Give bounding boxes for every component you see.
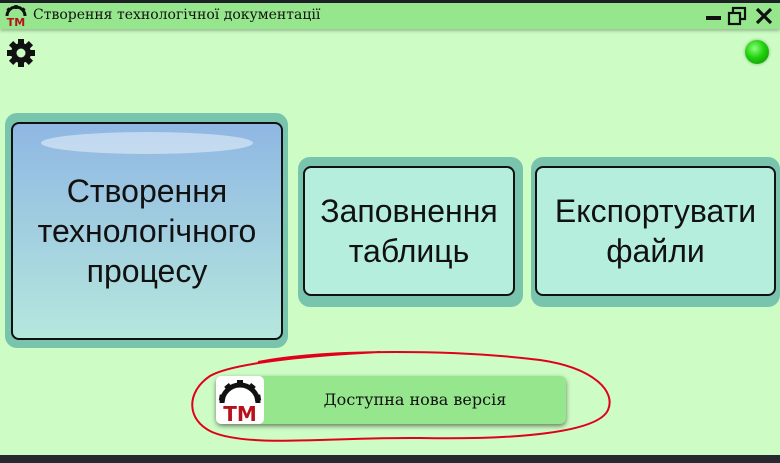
- label-line: таблиць: [348, 233, 470, 269]
- label-line: процесу: [86, 253, 208, 289]
- bottom-edge: [0, 455, 780, 463]
- fill-tables-button[interactable]: Заповнення таблиць: [303, 166, 515, 296]
- new-version-notification[interactable]: TM Доступна нова версія: [216, 376, 566, 426]
- notification-text: Доступна нова версія: [323, 390, 507, 409]
- button-label: Заповнення таблиць: [320, 191, 497, 271]
- tm-logo-icon: TM: [216, 376, 264, 426]
- notification-logo-text: TM: [223, 402, 257, 424]
- close-icon[interactable]: [753, 5, 775, 27]
- app-logo-icon: TM: [5, 5, 27, 29]
- status-indicator-icon: [745, 40, 769, 64]
- label-line: технологічного: [37, 213, 257, 249]
- button-label: Створення технологічного процесу: [38, 171, 257, 291]
- title-bar: TM Створення технологічної документації: [0, 3, 780, 29]
- label-line: Створення: [66, 173, 228, 209]
- restore-icon[interactable]: [726, 5, 748, 27]
- label-line: файли: [606, 233, 705, 269]
- window-title: Створення технологічної документації: [33, 7, 321, 23]
- label-line: Заповнення: [320, 193, 498, 229]
- gear-icon[interactable]: [6, 38, 36, 68]
- create-process-button[interactable]: Створення технологічного процесу: [11, 122, 283, 340]
- export-files-button[interactable]: Експортувати файли: [535, 166, 776, 296]
- label-line: Експортувати: [554, 193, 757, 229]
- button-label: Експортувати файли: [555, 191, 756, 271]
- button-gloss: [41, 132, 253, 154]
- minimize-icon[interactable]: [703, 5, 725, 27]
- app-logo-text: TM: [7, 16, 25, 27]
